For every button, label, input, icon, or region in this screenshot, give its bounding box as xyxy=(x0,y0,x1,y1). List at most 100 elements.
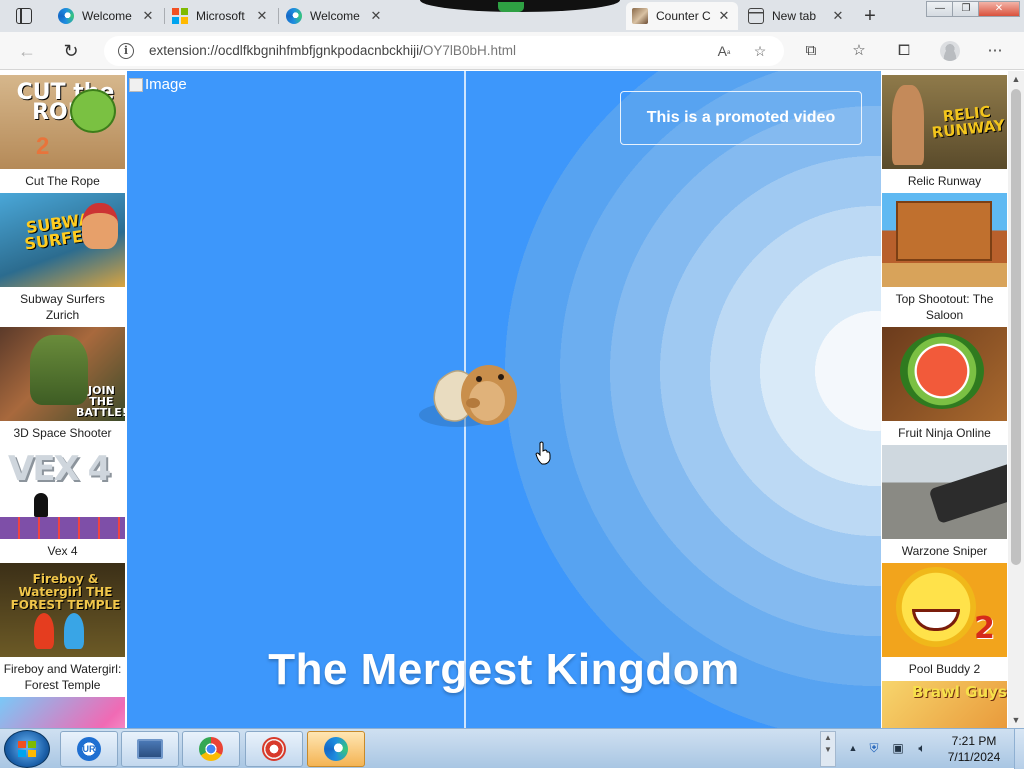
game-frame[interactable]: Image This is a promoted video The Merge… xyxy=(127,71,881,728)
game-title: Top Shootout: The Saloon xyxy=(895,292,994,322)
tab-new-tab[interactable]: New tab ✕ xyxy=(742,2,852,30)
game-thumbnail: VEX 4 xyxy=(0,445,125,539)
watergirl-character xyxy=(64,613,84,649)
game-card-relic-runway[interactable]: RELIC RUNWAY Relic Runway xyxy=(882,75,1007,193)
game-thumbnail xyxy=(882,327,1007,421)
edge-icon xyxy=(58,8,74,24)
network-shield-icon[interactable]: ⛨ xyxy=(866,740,882,756)
windows-explorer-icon xyxy=(137,739,163,759)
tab-strip: Welcome ✕ Microsoft ✕ Welcome ✕ Counter … xyxy=(0,0,1024,32)
system-clock[interactable]: 7:21 PM 7/11/2024 xyxy=(938,733,1010,765)
new-tab-button[interactable]: + xyxy=(858,4,882,28)
hand-cursor-icon xyxy=(535,441,551,465)
game-thumbnail: SUBWAY SURFERS xyxy=(0,193,125,287)
thumb-title: 2 xyxy=(974,611,995,646)
taskbar-app-chrome[interactable] xyxy=(182,731,240,767)
hamster-character[interactable] xyxy=(417,353,537,443)
tab-microsoft[interactable]: Microsoft ✕ xyxy=(166,2,276,30)
tab-close-icon[interactable]: ✕ xyxy=(830,8,846,24)
watermelon-slice xyxy=(900,333,984,409)
minimize-button[interactable]: — xyxy=(926,1,954,17)
edge-icon xyxy=(286,8,302,24)
om-nom-character xyxy=(70,89,116,133)
thumb-title: Brawl Guys xyxy=(912,683,1007,701)
tab-counter[interactable]: Counter C ✕ xyxy=(626,2,738,30)
game-thumbnail: Fireboy & Watergirl THE FOREST TEMPLE xyxy=(0,563,125,657)
right-game-list: RELIC RUNWAY Relic Runway Top Shootout: … xyxy=(882,75,1008,728)
game-title: Pool Buddy 2 xyxy=(908,662,981,676)
site-info-icon[interactable]: i xyxy=(118,43,134,59)
game-card-brawl-guys[interactable]: Brawl Guys xyxy=(882,681,1007,728)
display-icon[interactable]: ▣ xyxy=(890,740,906,756)
thumb-number: 2 xyxy=(36,133,50,160)
chrome-icon xyxy=(199,737,223,761)
url-path: OY7lB0bH.html xyxy=(422,43,516,58)
game-card-warzone-sniper[interactable]: Warzone Sniper xyxy=(882,445,1007,563)
spike-floor xyxy=(0,517,125,539)
scrollbar-thumb[interactable] xyxy=(1011,89,1021,565)
close-window-button[interactable]: ✕ xyxy=(978,1,1020,17)
show-desktop-button[interactable] xyxy=(1014,729,1024,769)
profile-avatar[interactable] xyxy=(940,41,960,61)
game-card-cut-the-rope[interactable]: CUT the ROPE 2 Cut The Rope xyxy=(0,75,125,193)
game-title: Vex 4 xyxy=(47,544,78,558)
game-title: Warzone Sniper xyxy=(901,544,988,558)
game-card-3d-space-shooter[interactable]: JOIN THE BATTLE! 3D Space Shooter xyxy=(0,327,125,445)
game-title-banner: The Mergest Kingdom xyxy=(268,645,740,694)
game-card-fruit-ninja[interactable]: Fruit Ninja Online xyxy=(882,327,1007,445)
extensions-icon[interactable]: ⧉ xyxy=(800,40,822,62)
game-title: Relic Runway xyxy=(907,174,982,188)
volume-icon[interactable]: 🔈︎ xyxy=(914,740,930,756)
taskbar-app-edge[interactable] xyxy=(307,731,365,767)
start-button[interactable] xyxy=(4,730,50,768)
tray-expand-icon[interactable]: ▲ xyxy=(845,740,861,756)
page-content: CUT the ROPE 2 Cut The Rope SUBWAY SURFE… xyxy=(0,71,1024,728)
newtab-icon xyxy=(748,8,764,24)
stickman-character xyxy=(34,493,48,517)
tab-close-icon[interactable]: ✕ xyxy=(368,8,384,24)
edge-icon xyxy=(324,737,348,761)
buddy-face xyxy=(896,567,976,647)
back-button[interactable]: ← xyxy=(14,39,40,63)
sniper-rifle xyxy=(928,461,1007,525)
tab-welcome-1[interactable]: Welcome ✕ xyxy=(52,2,162,30)
tab-close-icon[interactable]: ✕ xyxy=(254,8,270,24)
tab-separator xyxy=(164,8,165,24)
broken-image-icon xyxy=(129,77,143,92)
read-aloud-icon[interactable]: Aᵃ xyxy=(714,42,734,60)
thumb-title: VEX 4 xyxy=(8,449,111,489)
maximize-button[interactable]: ❐ xyxy=(952,1,980,17)
add-favorite-icon[interactable]: ☆ xyxy=(750,42,770,60)
refresh-button[interactable]: ↻ xyxy=(58,39,84,63)
address-bar[interactable]: i extension://ocdlfkbgnihfmbfjgnkpodacnb… xyxy=(104,36,784,66)
tab-actions-icon[interactable] xyxy=(16,8,32,24)
promoted-video-button[interactable]: This is a promoted video xyxy=(620,91,862,145)
more-menu-icon[interactable]: ⋯ xyxy=(984,40,1006,62)
game-card-subway-surfers[interactable]: SUBWAY SURFERS Subway Surfers Zurich xyxy=(0,193,125,327)
game-card-top-shootout[interactable]: Top Shootout: The Saloon xyxy=(882,193,1007,327)
game-card-pool-buddy-2[interactable]: 2 Pool Buddy 2 xyxy=(882,563,1007,681)
page-scrollbar[interactable]: ▲ ▼ xyxy=(1008,71,1024,728)
tab-close-icon[interactable]: ✕ xyxy=(716,8,732,24)
url-text[interactable]: extension://ocdlfkbgnihfmbfjgnkpodacnbck… xyxy=(149,43,516,58)
tab-label: Microsoft xyxy=(196,9,245,23)
collections-icon[interactable]: ⧠ xyxy=(893,40,915,62)
game-title: Subway Surfers Zurich xyxy=(20,292,105,322)
game-card-partial[interactable] xyxy=(0,697,125,728)
favorites-icon[interactable]: ☆ xyxy=(848,40,870,62)
tab-welcome-2[interactable]: Welcome ✕ xyxy=(280,2,390,30)
taskbar-app-ccleaner[interactable] xyxy=(245,731,303,767)
scroll-up-arrow-icon[interactable]: ▲ xyxy=(1008,71,1024,87)
tab-close-icon[interactable]: ✕ xyxy=(140,8,156,24)
taskbar-scroll[interactable]: ▲ ▼ xyxy=(820,731,836,767)
desert-ground xyxy=(882,263,1007,287)
clock-date: 7/11/2024 xyxy=(947,750,1001,764)
tab-label: Welcome xyxy=(82,9,132,23)
broken-image-alt: Image xyxy=(145,76,187,93)
game-thumbnail xyxy=(0,697,125,728)
scroll-down-arrow-icon[interactable]: ▼ xyxy=(1008,712,1024,728)
taskbar-app-ur-browser[interactable]: UR xyxy=(60,731,118,767)
game-card-vex-4[interactable]: VEX 4 Vex 4 xyxy=(0,445,125,563)
game-card-fireboy-watergirl[interactable]: Fireboy & Watergirl THE FOREST TEMPLE Fi… xyxy=(0,563,125,697)
taskbar-app-explorer[interactable] xyxy=(121,731,179,767)
